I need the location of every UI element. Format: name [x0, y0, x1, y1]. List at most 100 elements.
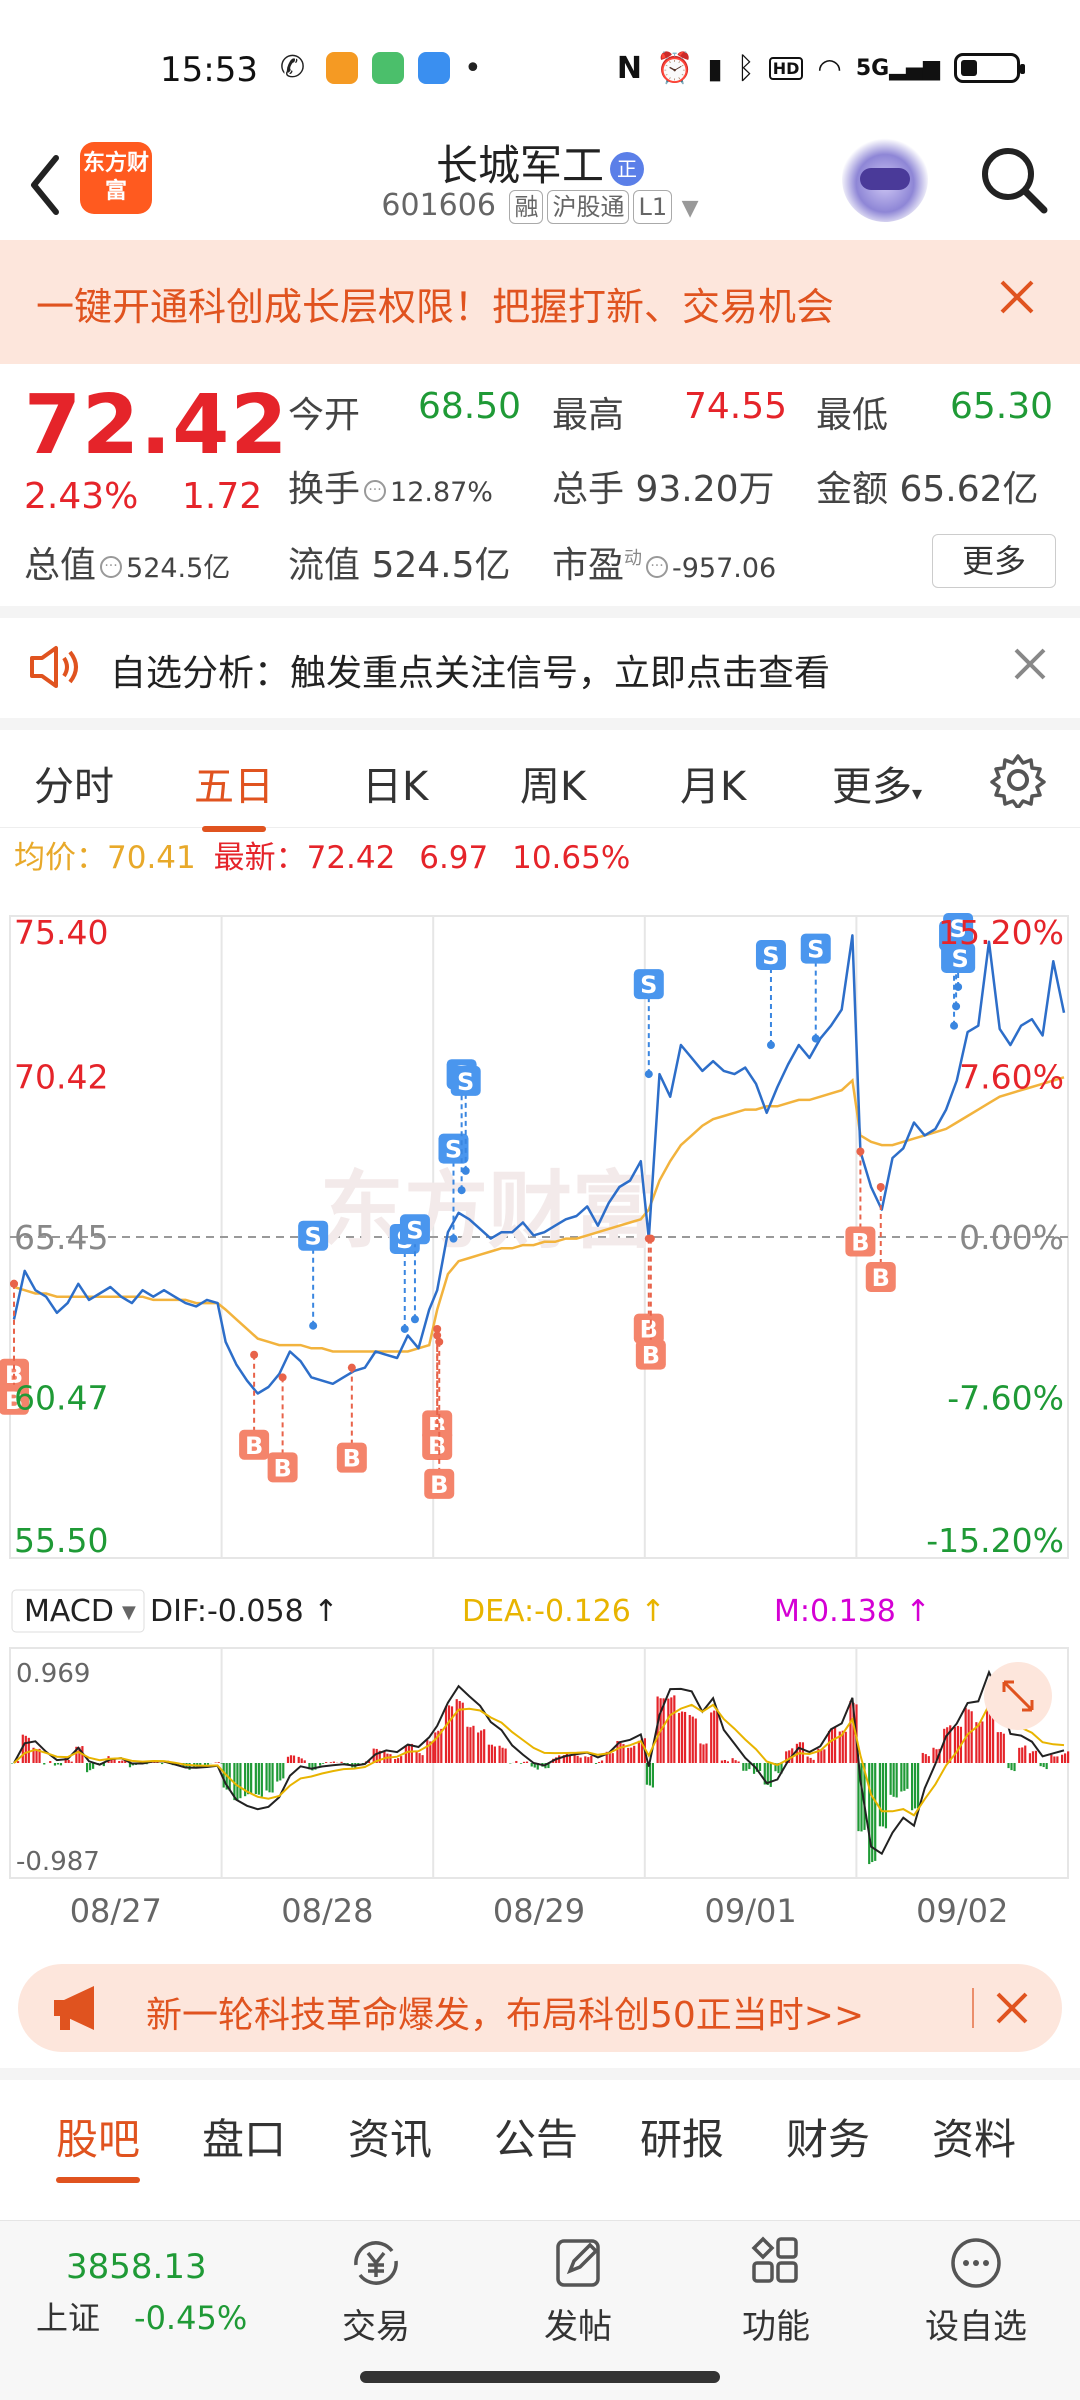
macd-bar [884, 1763, 888, 1829]
status-time: 15:53 [160, 50, 258, 90]
speaker-icon [30, 646, 78, 688]
info-dots-icon[interactable]: ··· [646, 556, 669, 578]
tab-research[interactable]: 研报 [640, 2106, 724, 2167]
signal-dot [309, 1321, 318, 1330]
macd-bar [587, 1757, 590, 1763]
macd-bar [683, 1711, 687, 1763]
macd-bar [734, 1760, 737, 1763]
macd-bar [978, 1722, 981, 1763]
macd-bar [389, 1754, 392, 1763]
search-icon[interactable] [974, 140, 1054, 220]
macd-bar [769, 1763, 772, 1787]
macd-bar [1034, 1750, 1038, 1763]
macd-bar [450, 1706, 454, 1763]
macd-bar [260, 1763, 263, 1797]
gear-icon[interactable] [990, 752, 1046, 808]
tab-daily-k[interactable]: 日K [362, 754, 428, 812]
red-packet-icon [326, 52, 358, 84]
analysis-notice[interactable]: 自选分析：触发重点关注信号，立即点击查看 [0, 606, 1080, 718]
macd-bar [206, 1763, 210, 1765]
bottom-nav: 3858.13 上证 -0.45% 交易 发帖 功能 设自选 [0, 2220, 1080, 2400]
robot-assistant-icon[interactable] [842, 136, 928, 222]
macd-bar [271, 1763, 274, 1793]
tab-monthly-k[interactable]: 月K [680, 754, 746, 812]
nav-functions[interactable]: 功能 [696, 2235, 856, 2348]
macd-bar [889, 1763, 892, 1795]
sci-tech-banner-text: 新一轮科技革命爆发，布局科创50正当时>> [146, 1995, 865, 2036]
info-dots-icon[interactable]: ··· [364, 480, 387, 502]
tab-forum[interactable]: 股吧 [56, 2106, 141, 2183]
macd-bar [56, 1763, 60, 1765]
info-dots-icon[interactable]: ··· [100, 556, 123, 578]
close-icon[interactable] [1010, 644, 1050, 684]
nav-post[interactable]: 发帖 [498, 2235, 658, 2348]
tab-announcements[interactable]: 公告 [494, 2106, 578, 2167]
macd-bar [1010, 1763, 1013, 1771]
sci-tech-banner[interactable]: 新一轮科技革命爆发，布局科创50正当时>> [18, 1964, 1062, 2052]
tab-more[interactable]: 更多▾ [832, 754, 922, 812]
dropdown-triangle-icon: ▼ [122, 1602, 136, 1623]
macd-bar [916, 1763, 920, 1809]
nav-trade[interactable]: 交易 [296, 2235, 456, 2348]
macd-bar [297, 1756, 300, 1763]
close-icon[interactable] [992, 272, 1042, 322]
dif-label: DIF:-0.058 ↑ [150, 1594, 338, 1629]
macd-header: MACD ▼ DIF:-0.058 ↑ DEA:-0.126 ↑ M:0.138… [11, 1589, 931, 1633]
macd-bar [849, 1700, 852, 1763]
buy-signal-label: B [343, 1445, 361, 1473]
sell-signal-label: S [304, 1223, 321, 1251]
tab-profile[interactable]: 资料 [932, 2106, 1016, 2167]
macd-bar [319, 1763, 322, 1766]
tab-finance[interactable]: 财务 [786, 2106, 870, 2167]
macd-bar [1002, 1733, 1005, 1763]
macd-bar [276, 1763, 279, 1782]
trade-yen-icon [354, 2241, 398, 2285]
open-value: 68.50 [418, 386, 522, 427]
home-indicator[interactable] [360, 2371, 720, 2383]
macd-bar [895, 1763, 898, 1798]
macd-bar [265, 1763, 268, 1791]
macd-bar [651, 1763, 654, 1788]
status-right: N ⏰ ▮ ᛒ HD ◠ 5G▂▄▆ [617, 46, 1025, 90]
macd-min-label: -0.987 [16, 1847, 100, 1877]
sell-signal-label: S [807, 936, 824, 964]
sell-signal-label: S [640, 971, 657, 999]
nav-add-watchlist[interactable]: 设自选 [896, 2235, 1056, 2348]
stock-header: 东方财富 长城军工正 601606 融沪股通 L1 ▼ [0, 132, 1080, 240]
x-axis-labels: 08/27 08/28 08/29 09/01 09/02 [70, 1892, 1009, 1930]
promo-banner[interactable]: 一键开通科创成长层权限！把握打新、交易机会 [0, 240, 1080, 364]
macd-bar [329, 1762, 332, 1763]
macd-bar [705, 1743, 708, 1763]
macd-bar [677, 1712, 681, 1763]
signal-dot [644, 1070, 653, 1079]
alarm-icon: ⏰ [655, 50, 694, 86]
tab-intraday[interactable]: 分时 [34, 754, 114, 812]
index-value: 3858.13 [66, 2247, 207, 2287]
macd-bar [823, 1749, 826, 1763]
wifi-icon: ◠ [817, 51, 842, 85]
macd-bar [932, 1747, 935, 1763]
macd-bar [444, 1706, 448, 1763]
more-button[interactable]: 更多 [932, 534, 1056, 588]
macd-bar [1061, 1754, 1064, 1763]
signal-dot [433, 1324, 442, 1333]
macd-bar [597, 1761, 601, 1763]
macd-bar [1007, 1763, 1010, 1769]
signal-dot [766, 1041, 775, 1050]
notification-icons: ✆ • [280, 48, 482, 88]
sell-signal-label: S [762, 942, 779, 970]
close-icon[interactable] [988, 1984, 1036, 2032]
macd-bar [525, 1761, 529, 1763]
tab-five-day[interactable]: 五日 [194, 754, 274, 832]
macd-bar [426, 1740, 429, 1763]
signal-dot [347, 1363, 356, 1372]
macd-bars [11, 1681, 1070, 1865]
macd-bar [1056, 1756, 1059, 1763]
tab-orderbook[interactable]: 盘口 [202, 2106, 286, 2167]
status-bar: 15:53 ✆ • N ⏰ ▮ ᛒ HD ◠ 5G▂▄▆ [0, 0, 1080, 132]
five-day-chart[interactable]: 东方财富 BBBBBSBBBSSSSSSBBSSBBSSSS 75.4015.2… [0, 870, 1080, 1950]
tab-news[interactable]: 资讯 [348, 2106, 432, 2167]
index-ticker[interactable]: 3858.13 上证 -0.45% [36, 2247, 247, 2339]
macd-bar [953, 1727, 957, 1763]
tab-weekly-k[interactable]: 周K [520, 754, 586, 812]
